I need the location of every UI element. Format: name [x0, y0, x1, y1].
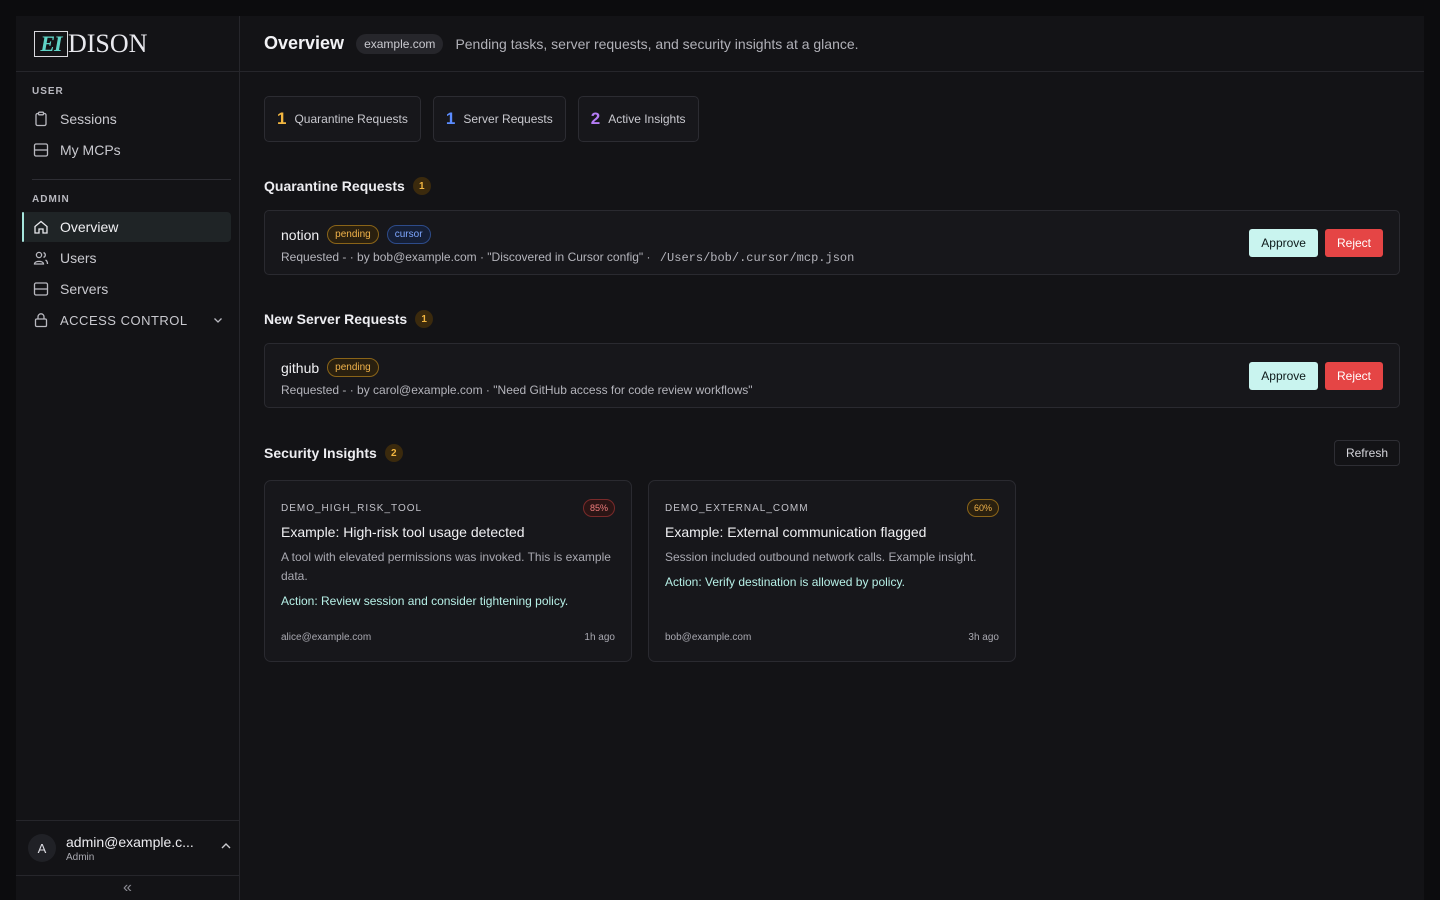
sidebar-item-servers[interactable]: Servers [22, 274, 231, 304]
stat-row: 1 Quarantine Requests 1 Server Requests … [264, 96, 1400, 142]
logo-mark: EI [34, 30, 68, 57]
insight-user: bob@example.com [665, 632, 752, 643]
approve-button[interactable]: Approve [1249, 229, 1318, 257]
nav-section-user: USER [32, 86, 64, 97]
collapse-sidebar-button[interactable]: « [16, 876, 239, 900]
reject-button[interactable]: Reject [1324, 362, 1383, 390]
sidebar-item-overview[interactable]: Overview [22, 212, 231, 242]
server-request-card: github pending Requested - · by carol@ex… [264, 343, 1400, 408]
request-meta-text: Requested - · by bob@example.com · "Disc… [281, 250, 654, 264]
reject-button[interactable]: Reject [1324, 229, 1383, 257]
insight-time: 3h ago [968, 632, 999, 643]
request-name: notion [281, 226, 320, 243]
sidebar-item-label: My MCPs [60, 142, 121, 158]
users-icon [32, 249, 50, 267]
stat-count: 1 [445, 109, 456, 128]
section-title: New Server Requests [264, 311, 408, 327]
request-name: github [281, 359, 320, 376]
sidebar-item-label: Sessions [60, 111, 117, 127]
status-badge: pending [327, 225, 379, 244]
insight-description: Session included outbound network calls.… [665, 550, 977, 564]
home-icon [32, 218, 50, 236]
insight-title: Example: High-risk tool usage detected [281, 524, 525, 540]
section-title: Security Insights [264, 445, 377, 461]
stat-card-active-insights[interactable]: 2 Active Insights [577, 96, 699, 142]
logo-text: DISON [68, 28, 148, 58]
sidebar-item-label: Servers [60, 281, 109, 297]
brand-logo[interactable]: EI DISON [16, 16, 239, 72]
stat-label: Server Requests [463, 112, 553, 126]
insight-code: DEMO_HIGH_RISK_TOOL [281, 502, 423, 514]
quarantine-request-card: notion pending cursor Requested - · by b… [264, 210, 1400, 275]
sidebar-item-users[interactable]: Users [22, 243, 231, 273]
insight-user: alice@example.com [281, 632, 372, 643]
domain-chip: example.com [356, 33, 444, 54]
request-meta: Requested - · by bob@example.com · "Disc… [281, 250, 1383, 265]
chevron-up-icon[interactable] [220, 839, 232, 857]
lock-icon [32, 311, 50, 329]
chevron-down-icon[interactable] [213, 313, 223, 328]
quarantine-section-header: Quarantine Requests 1 [264, 176, 1400, 196]
confidence-badge: 60% [966, 499, 999, 517]
nav-section-admin: ADMIN [32, 194, 70, 205]
stat-count: 1 [277, 109, 287, 128]
sidebar: EI DISON USER Sessions My MCPs ADMIN Ove… [16, 16, 240, 900]
stat-count: 2 [590, 109, 601, 128]
user-info: admin@example.c... Admin [66, 834, 206, 863]
stat-card-server-requests[interactable]: 1 Server Requests [432, 96, 566, 142]
insights-section-header: Security Insights 2 Refresh [264, 440, 1400, 466]
insight-title: Example: External communication flagged [665, 524, 927, 540]
insight-code: DEMO_EXTERNAL_COMM [665, 502, 809, 514]
clipboard-icon [32, 110, 50, 128]
user-role: Admin [66, 851, 95, 863]
avatar: A [28, 834, 56, 862]
page-title: Overview [264, 33, 345, 53]
insight-card[interactable]: DEMO_EXTERNAL_COMM 60% Example: External… [648, 480, 1016, 662]
insight-time: 1h ago [584, 632, 615, 643]
sidebar-item-label: Users [60, 250, 97, 266]
user-menu[interactable]: A admin@example.c... Admin [16, 820, 239, 876]
user-email: admin@example.c... [66, 833, 194, 850]
refresh-button[interactable]: Refresh [1333, 440, 1400, 466]
sidebar-item-access-control[interactable]: ACCESS CONTROL [22, 305, 231, 335]
config-path: /Users/bob/.cursor/mcp.json [659, 251, 855, 265]
server-requests-section-header: New Server Requests 1 [264, 309, 1400, 329]
sidebar-divider [32, 179, 231, 180]
confidence-badge: 85% [582, 499, 615, 517]
server-icon [32, 141, 50, 159]
request-meta: Requested - · by carol@example.com · "Ne… [281, 383, 753, 397]
overview-content: 1 Quarantine Requests 1 Server Requests … [240, 72, 1424, 662]
insight-card[interactable]: DEMO_HIGH_RISK_TOOL 85% Example: High-ri… [264, 480, 632, 662]
insight-list: DEMO_HIGH_RISK_TOOL 85% Example: High-ri… [264, 480, 1400, 662]
topbar: Overview example.com Pending tasks, serv… [240, 16, 1424, 72]
insight-description: A tool with elevated permissions was inv… [281, 550, 611, 583]
sidebar-item-my-mcps[interactable]: My MCPs [22, 135, 231, 165]
app-window: EI DISON USER Sessions My MCPs ADMIN Ove… [16, 16, 1424, 900]
stat-label: Active Insights [608, 112, 686, 126]
count-badge: 1 [415, 310, 434, 328]
stat-label: Quarantine Requests [294, 112, 408, 126]
section-title: Quarantine Requests [264, 178, 405, 194]
page-subtitle: Pending tasks, server requests, and secu… [455, 35, 859, 52]
count-badge: 2 [384, 444, 403, 462]
main-content: Overview example.com Pending tasks, serv… [240, 16, 1424, 900]
sidebar-item-sessions[interactable]: Sessions [22, 104, 231, 134]
approve-button[interactable]: Approve [1249, 362, 1318, 390]
sidebar-item-label: Overview [60, 219, 119, 235]
server-icon [32, 280, 50, 298]
count-badge: 1 [412, 177, 431, 195]
insight-action: Action: Verify destination is allowed by… [665, 575, 905, 589]
source-badge: cursor [386, 225, 431, 244]
status-badge: pending [327, 358, 379, 377]
stat-card-quarantine[interactable]: 1 Quarantine Requests [264, 96, 421, 142]
insight-action: Action: Review session and consider tigh… [281, 594, 569, 608]
sidebar-item-label: ACCESS CONTROL [60, 312, 188, 328]
